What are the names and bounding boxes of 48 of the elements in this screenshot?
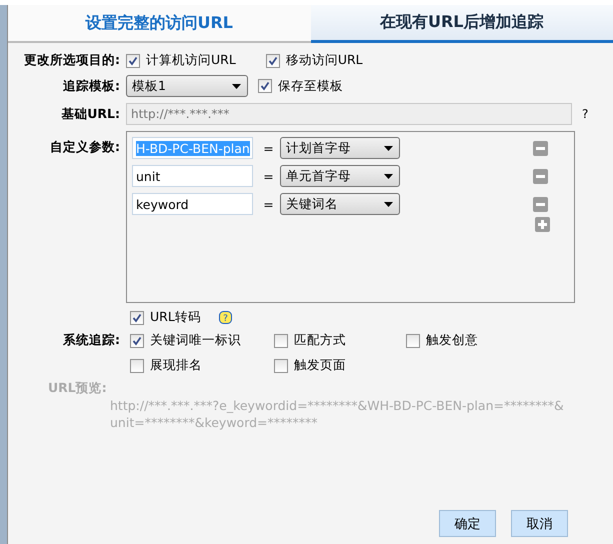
param-value-dropdown[interactable]: 计划首字母 <box>280 137 400 159</box>
caret-icon <box>384 202 393 206</box>
checkbox[interactable] <box>130 310 144 324</box>
checkbox[interactable] <box>130 334 144 348</box>
checkbox-label: 关键词唯一标识 <box>150 332 241 349</box>
caret-icon <box>384 174 393 178</box>
field-label: 追踪模板: <box>62 78 120 94</box>
checkbox[interactable] <box>266 54 280 68</box>
param-name-field[interactable]: keyword <box>132 193 253 215</box>
checkbox-label: 触发创意 <box>426 332 478 349</box>
checkbox-label: URL转码 <box>150 309 201 326</box>
field-label: 更改所选项目的: <box>23 52 120 69</box>
checkbox[interactable] <box>258 79 272 93</box>
field-label: 基础URL: <box>60 106 120 122</box>
preview-label: URL预览: <box>47 380 108 397</box>
equals-sign: = <box>262 168 275 184</box>
field-label: 自定义参数: <box>49 139 120 156</box>
help-icon[interactable]: ? <box>218 311 232 324</box>
checkbox-label: 展现排名 <box>150 357 202 374</box>
checkbox-label: 计算机访问URL <box>146 52 236 69</box>
minus-icon[interactable] <box>533 196 548 212</box>
caret-icon <box>232 84 241 88</box>
checkbox[interactable] <box>274 334 288 348</box>
plus-icon[interactable] <box>535 217 550 232</box>
checkbox[interactable] <box>274 358 288 372</box>
checkbox-label: 移动访问URL <box>286 52 363 69</box>
param-value-dropdown[interactable]: 关键词名 <box>280 193 400 215</box>
help-mark: ? <box>582 107 588 121</box>
dialog-button[interactable]: 确定 <box>439 510 496 537</box>
checkbox-label: 匹配方式 <box>294 332 346 349</box>
dialog-button[interactable]: 取消 <box>511 510 568 537</box>
equals-sign: = <box>262 140 275 156</box>
checkbox-label: 保存至模板 <box>278 78 343 94</box>
param-name-field[interactable]: unit <box>132 165 253 187</box>
equals-sign: = <box>262 196 275 212</box>
tab[interactable]: 设置完整的访问URL <box>8 5 310 43</box>
minus-icon[interactable] <box>533 140 548 156</box>
template-dropdown[interactable]: 模板1 <box>126 75 248 97</box>
field-label: 系统追踪: <box>62 332 120 349</box>
url-preview-text: http://***.***.***?e_keywordid=********&WH-BD-PC-BEN-plan=********&unit=********&keyword=******** <box>109 397 565 431</box>
checkbox[interactable] <box>406 334 420 348</box>
caret-icon <box>384 146 393 150</box>
checkbox[interactable] <box>126 54 140 68</box>
checkbox[interactable] <box>130 358 144 372</box>
minus-icon[interactable] <box>533 168 548 184</box>
param-value-dropdown[interactable]: 单元首字母 <box>280 165 400 187</box>
checkbox-label: 触发页面 <box>294 357 346 374</box>
tab[interactable]: 在现有URL后增加追踪 <box>310 5 613 43</box>
